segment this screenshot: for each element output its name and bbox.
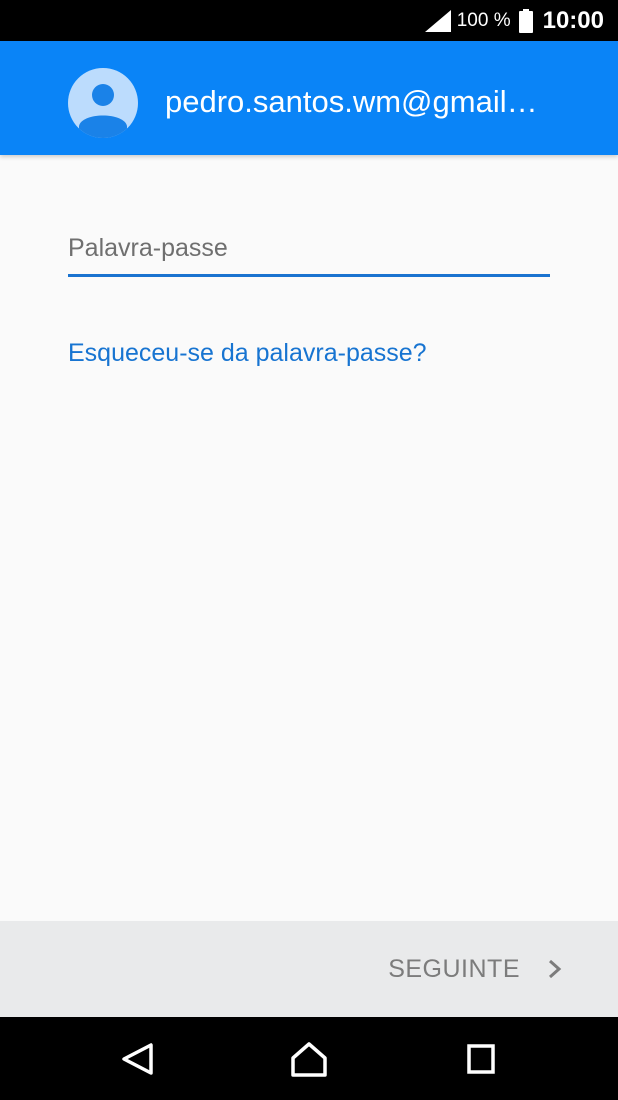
app-header: pedro.santos.wm@gmail.com (0, 41, 618, 155)
home-button[interactable] (287, 1039, 331, 1079)
battery-icon (518, 8, 533, 33)
recents-icon (467, 1044, 495, 1074)
account-avatar (68, 68, 138, 138)
battery-percent: 100 % (456, 9, 511, 31)
back-icon (122, 1043, 153, 1075)
password-input[interactable] (68, 225, 550, 277)
status-bar: 100 % 10:00 (0, 0, 618, 41)
back-button[interactable] (115, 1039, 159, 1079)
navigation-bar (0, 1017, 618, 1100)
clock: 10:00 (542, 6, 604, 34)
account-email: pedro.santos.wm@gmail.com (165, 84, 545, 119)
recents-button[interactable] (459, 1039, 503, 1079)
next-button[interactable]: SEGUINTE (388, 949, 564, 989)
signal-icon (424, 9, 451, 32)
next-button-label: SEGUINTE (388, 954, 520, 983)
home-icon (291, 1042, 327, 1077)
forgot-password-link[interactable]: Esqueceu-se da palavra-passe? (68, 339, 427, 368)
account-circle-icon (79, 84, 127, 138)
chevron-right-icon (549, 959, 562, 979)
bottom-action-bar: SEGUINTE (0, 921, 618, 1017)
